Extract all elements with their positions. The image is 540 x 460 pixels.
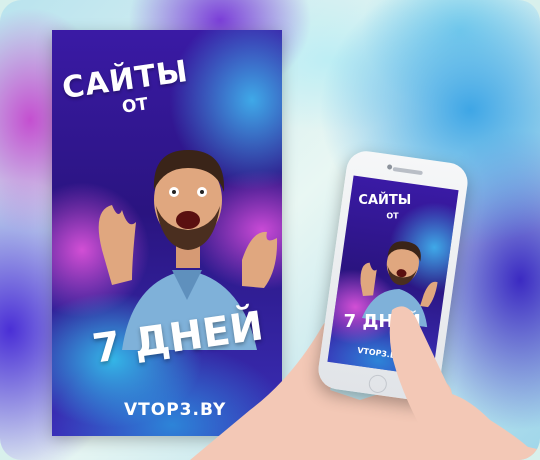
phone-screen-from-label: ОТ (386, 211, 399, 221)
finger (389, 306, 540, 460)
promo-banner: САЙТЫ ОТ 7 ДНЕЙ VTOP3.BY САЙТЫ ОТ 7 ДНЕЙ… (0, 0, 540, 460)
speaker-grille (392, 166, 423, 176)
phone-screen-title: САЙТЫ (358, 193, 412, 209)
poster-from-label: ОТ (120, 94, 150, 118)
camera-icon (386, 164, 393, 170)
